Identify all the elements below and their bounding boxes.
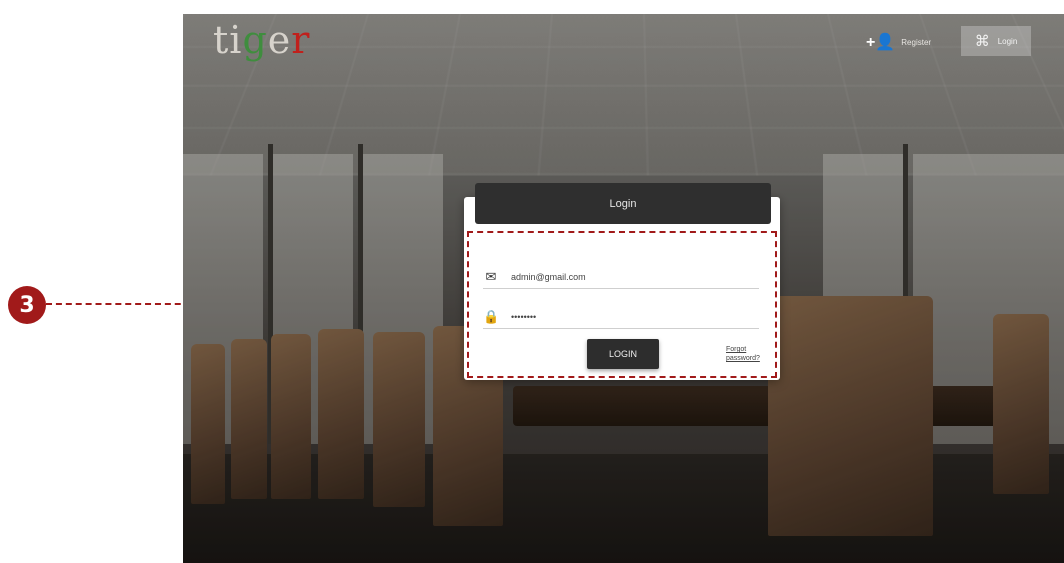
- callout-number: 3: [8, 286, 46, 324]
- callout-highlight-box: [467, 231, 777, 378]
- login-card-title: Login: [475, 183, 771, 224]
- login-nav-label: Login: [997, 36, 1018, 46]
- login-icon: ⌘: [974, 33, 990, 50]
- register-label: Register: [901, 37, 932, 47]
- login-nav-button[interactable]: ⌘ Login: [961, 26, 1031, 56]
- add-user-icon: +👤: [866, 34, 896, 51]
- tiger-logo[interactable]: tiger: [213, 18, 310, 62]
- register-nav-link[interactable]: +👤 Register: [866, 30, 931, 54]
